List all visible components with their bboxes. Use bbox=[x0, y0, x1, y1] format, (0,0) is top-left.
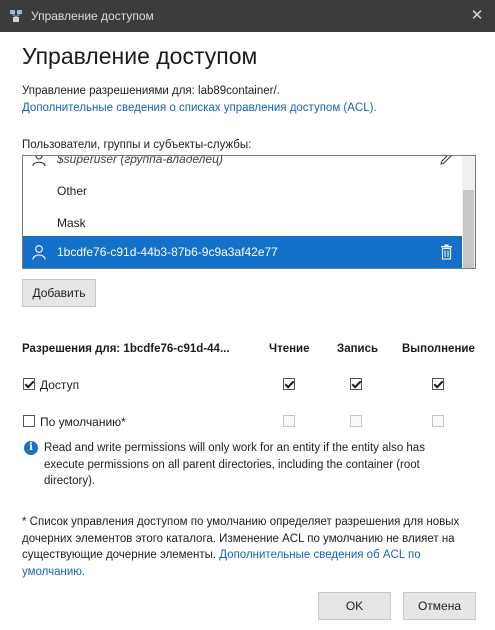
users-list-label: Пользователи, группы и субъекты-службы: bbox=[22, 139, 252, 151]
column-read: Чтение bbox=[269, 343, 310, 355]
default-execute-checkbox bbox=[432, 415, 444, 427]
default-write-checkbox bbox=[350, 415, 362, 427]
users-list-scrollbar[interactable] bbox=[462, 156, 475, 268]
default-read-checkbox bbox=[283, 415, 295, 427]
group-icon bbox=[32, 156, 46, 167]
close-icon[interactable]: ✕ bbox=[467, 6, 487, 26]
window-title: Управление доступом bbox=[31, 9, 154, 23]
access-label: Доступ bbox=[40, 378, 80, 392]
list-item-other[interactable]: Other bbox=[23, 175, 463, 207]
permissions-for-label: Разрешения для: 1bcdfe76-c91d-44... bbox=[22, 343, 230, 355]
acl-info-link[interactable]: Дополнительные сведения о списках управл… bbox=[22, 102, 377, 114]
manage-permissions-subtitle: Управление разрешениями для: lab89contai… bbox=[22, 85, 280, 97]
list-item-label: Other bbox=[57, 184, 88, 198]
trash-icon[interactable] bbox=[440, 244, 453, 260]
access-checkbox[interactable] bbox=[23, 378, 35, 390]
default-acl-footnote: * Список управления доступом по умолчани… bbox=[22, 514, 477, 580]
user-icon bbox=[32, 245, 46, 260]
info-icon: i bbox=[24, 441, 38, 455]
page-title: Управление доступом bbox=[22, 43, 258, 69]
list-item-selected-user[interactable]: 1bcdfe76-c91d-44b3-87b6-9c9a3af42e77 bbox=[23, 236, 463, 268]
users-list[interactable]: $superuser (группа-владелец) Other Mask … bbox=[22, 155, 476, 269]
list-item-label: 1bcdfe76-c91d-44b3-87b6-9c9a3af42e77 bbox=[57, 245, 278, 259]
list-item-superuser[interactable]: $superuser (группа-владелец) bbox=[23, 155, 463, 175]
list-item-label: Mask bbox=[57, 216, 86, 230]
list-item-label: $superuser (группа-владелец) bbox=[57, 155, 223, 166]
access-read-checkbox[interactable] bbox=[283, 378, 295, 390]
column-write: Запись bbox=[337, 343, 379, 355]
ok-button[interactable]: OK bbox=[318, 592, 391, 620]
cancel-button[interactable]: Отмена bbox=[403, 592, 476, 620]
edit-icon[interactable] bbox=[439, 155, 453, 166]
app-icon bbox=[10, 10, 22, 22]
column-execute: Выполнение bbox=[402, 343, 475, 355]
scrollbar-thumb[interactable] bbox=[463, 190, 474, 268]
list-item-mask[interactable]: Mask bbox=[23, 207, 463, 239]
access-write-checkbox[interactable] bbox=[350, 378, 362, 390]
default-label: По умолчанию* bbox=[40, 415, 126, 429]
add-button[interactable]: Добавить bbox=[22, 279, 96, 307]
info-message: Read and write permissions will only wor… bbox=[44, 442, 425, 487]
default-checkbox[interactable] bbox=[23, 415, 35, 427]
access-execute-checkbox[interactable] bbox=[432, 378, 444, 390]
title-bar: Управление доступом ✕ bbox=[0, 0, 495, 32]
